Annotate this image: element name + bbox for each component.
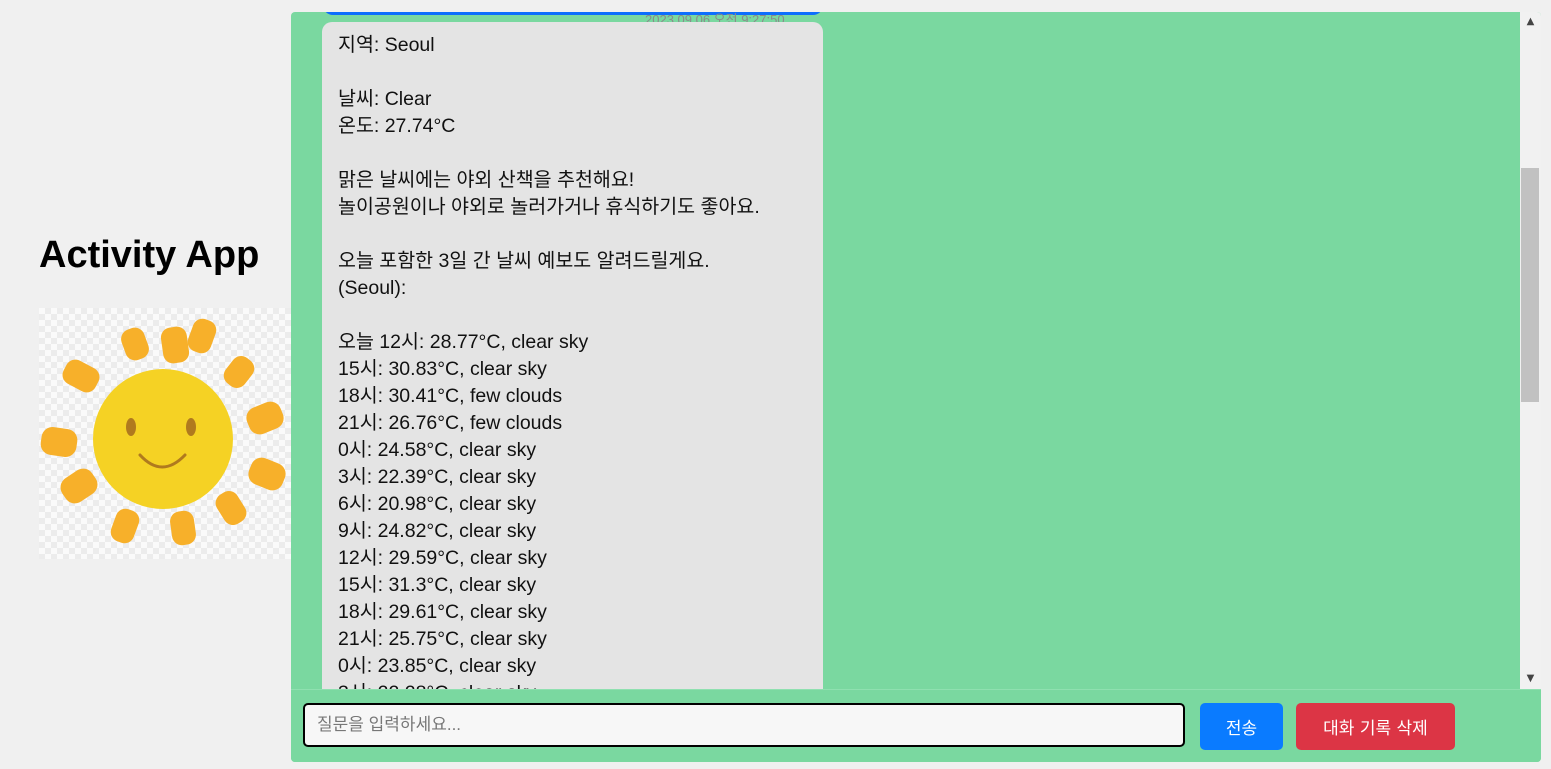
smiling-sun-icon [40,318,286,546]
left-panel: Activity App [0,0,291,769]
input-bar: 전송 대화 기록 삭제 [291,689,1541,762]
scrollbar-thumb[interactable] [1521,168,1539,402]
send-button[interactable]: 전송 [1200,703,1283,750]
bot-message-bubble: 지역: Seoul 날씨: Clear 온도: 27.74°C 맑은 날씨에는 … [322,22,823,689]
message-scrollbar[interactable]: ▲ ▼ [1520,12,1541,689]
message-list[interactable]: 2023.09.06 오전 9:27:50 지역: Seoul 날씨: Clea… [291,12,1520,689]
clear-history-button[interactable]: 대화 기록 삭제 [1296,703,1455,750]
question-input[interactable] [303,703,1185,747]
chat-container: 2023.09.06 오전 9:27:50 지역: Seoul 날씨: Clea… [291,12,1541,762]
bot-message-text: 지역: Seoul 날씨: Clear 온도: 27.74°C 맑은 날씨에는 … [338,34,760,689]
scroll-down-icon[interactable]: ▼ [1520,669,1541,689]
scroll-up-icon[interactable]: ▲ [1520,12,1541,32]
app-title: Activity App [39,234,260,276]
sun-image [39,308,291,559]
